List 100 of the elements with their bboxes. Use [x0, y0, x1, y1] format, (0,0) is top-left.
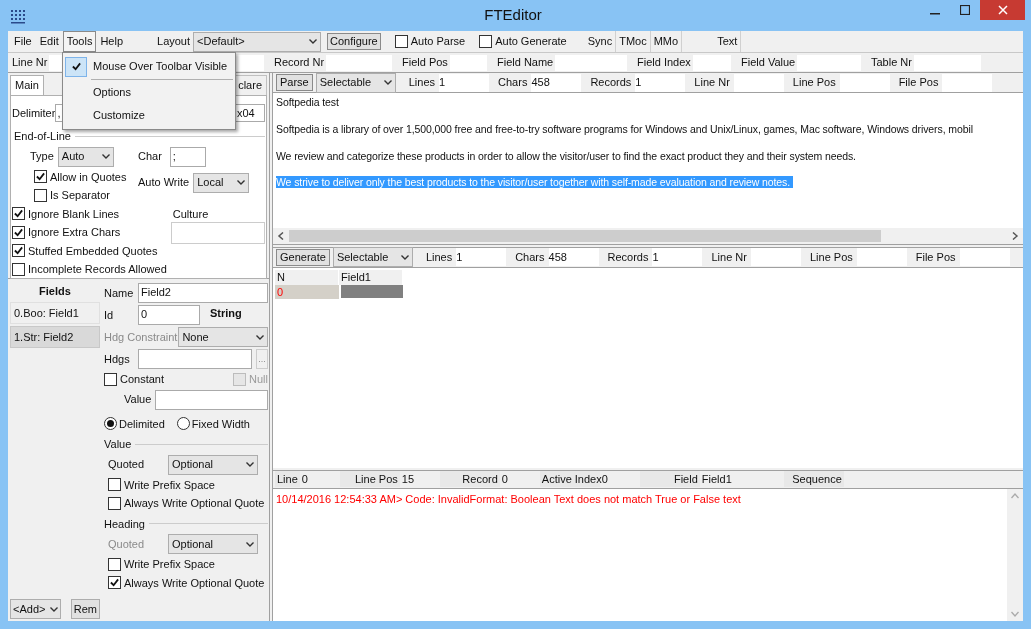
menu-option[interactable]: Options [63, 81, 235, 104]
menu-option[interactable]: Customize [63, 104, 235, 127]
check-icon [110, 578, 119, 588]
status-value: Field1 [700, 471, 733, 487]
caret-icon [237, 180, 246, 185]
dropdown[interactable]: Optional [168, 534, 258, 554]
checkbox[interactable]: Stuffed Embedded Quotes [12, 242, 167, 259]
tab[interactable]: Main [10, 75, 44, 95]
check-icon [71, 62, 81, 71]
toolbar-button[interactable]: TMoc [616, 31, 651, 52]
checkbox[interactable]: Ignore Extra Chars [12, 224, 167, 241]
text-line: Softpedia is a library of over 1,500,000 free and free-to-try software programs for Windows and Unix/Linux, games, Mac software, Windows drivers, mobil [276, 122, 973, 135]
info-label: Field Index [636, 55, 692, 71]
info-label: Table Nr [870, 55, 913, 71]
info-field [913, 54, 981, 71]
culture-label: Culture [172, 206, 210, 222]
hdgs-label: Hdgs [104, 351, 131, 367]
checkbox[interactable]: Write Prefix Space [108, 476, 268, 493]
info-label: Line Nr [11, 55, 49, 71]
maximize-icon [960, 5, 970, 15]
stat-field: 458 [531, 73, 582, 92]
checkbox[interactable]: Constant [104, 371, 165, 388]
menu-item[interactable]: Tools [62, 31, 97, 52]
field-list-item[interactable]: 0.Boo: Field1 [10, 301, 100, 324]
stat-field [959, 248, 1010, 266]
checkbox[interactable]: Incomplete Records Allowed [12, 261, 167, 278]
dropdown[interactable]: Optional [168, 454, 258, 475]
stat-field: 1 [652, 248, 703, 266]
checkbox[interactable]: Allow in Quotes [34, 168, 130, 185]
checkbox[interactable]: Always Write Optional Quote [108, 574, 268, 591]
scroll-down-icon[interactable] [1011, 610, 1019, 618]
radio-button[interactable]: Delimited [104, 415, 165, 432]
remove-button[interactable]: Rem [70, 599, 100, 619]
text-editor[interactable] [273, 93, 1023, 228]
menu-option[interactable]: Mouse Over Toolbar Visible [63, 55, 235, 78]
name-field[interactable]: Field2 [138, 283, 268, 303]
checkbox[interactable]: Auto Generate [479, 33, 567, 50]
dropdown[interactable]: Selectable [315, 72, 396, 93]
id-field[interactable]: 0 [138, 305, 200, 325]
dropdown[interactable]: <Default> [193, 31, 322, 52]
status-value: 15 [400, 471, 416, 487]
checkbox[interactable]: Ignore Blank Lines [12, 205, 167, 222]
caret-icon [49, 606, 58, 612]
app-icon [10, 7, 26, 24]
dropdown[interactable]: Auto [57, 146, 114, 167]
scrollbar-thumb[interactable] [289, 229, 881, 242]
scroll-right-icon[interactable] [1011, 231, 1019, 240]
delimiter-label: Delimiter [12, 105, 56, 121]
stat-field: 1 [635, 73, 686, 92]
type-text: String [210, 306, 242, 321]
stat-field [750, 248, 801, 266]
action-button[interactable]: Parse [276, 74, 313, 91]
menu-item[interactable]: Help [96, 31, 127, 52]
scroll-up-icon[interactable] [1011, 491, 1019, 500]
toolbar-button[interactable]: Text [714, 31, 742, 52]
info-field [692, 54, 731, 71]
configure-button[interactable]: Configure [327, 33, 381, 50]
info-field [797, 54, 861, 71]
stat-label: Line Pos [808, 249, 854, 265]
stat-label: Chars [497, 75, 529, 91]
field-list-item[interactable]: 1.Str: Field2 [10, 325, 100, 348]
add-dropdown[interactable]: <Add> [10, 599, 61, 619]
caret-icon [383, 80, 392, 85]
dropdown[interactable]: None [178, 327, 268, 347]
value-field[interactable] [155, 389, 268, 410]
scroll-left-icon[interactable] [277, 231, 285, 240]
char-field[interactable]: ; [169, 146, 206, 167]
menu-item[interactable]: Edit [35, 31, 63, 52]
vertical-scrollbar[interactable] [1007, 488, 1023, 621]
toolbar-button[interactable]: Sync [584, 31, 617, 52]
stat-field [942, 73, 993, 92]
radio-button[interactable]: Fixed Width [176, 415, 250, 432]
quoted-label: Quoted [108, 536, 146, 552]
group-title: Heading [104, 516, 145, 532]
action-button[interactable]: Generate [276, 248, 330, 266]
culture-field[interactable] [170, 222, 265, 244]
dropdown[interactable]: Selectable [332, 247, 413, 267]
info-label: Field Value [740, 55, 797, 71]
checkbox[interactable]: Always Write Optional Quote [108, 495, 268, 512]
dropdown[interactable]: Local [193, 172, 250, 193]
id-label: Id [104, 307, 115, 323]
info-field [449, 54, 487, 71]
value-label: Value [124, 392, 152, 408]
stat-label: Records [606, 249, 650, 265]
name-label: Name [104, 285, 134, 301]
menu-item[interactable]: File [10, 31, 36, 52]
info-field [555, 54, 627, 71]
stat-label: Line Nr [710, 249, 748, 265]
caret-icon [246, 541, 254, 547]
checkbox[interactable]: Is Separator [34, 187, 130, 204]
stat-label: Lines [424, 249, 454, 265]
log-message: 10/14/2016 12:54:33 AM> Code: InvalidFormat: Boolean Text does not match True or False text [275, 491, 742, 507]
check-icon [36, 172, 45, 182]
stat-label: File Pos [914, 249, 957, 265]
hdgs-field[interactable] [138, 349, 252, 369]
checkbox[interactable]: Auto Parse [394, 33, 466, 50]
stat-label: Line Pos [791, 75, 837, 91]
minimize-icon [930, 13, 940, 15]
toolbar-button[interactable]: MMo [650, 31, 683, 52]
checkbox[interactable]: Write Prefix Space [108, 556, 268, 573]
